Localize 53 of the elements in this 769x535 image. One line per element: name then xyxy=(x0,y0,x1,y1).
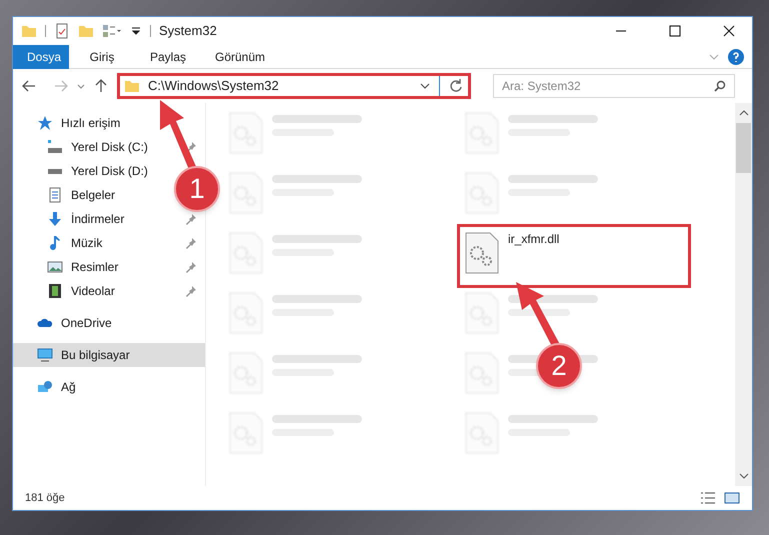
scrollbar[interactable] xyxy=(735,103,752,486)
monitor-icon xyxy=(37,347,53,363)
ribbon-tab[interactable]: Görünüm xyxy=(201,44,267,68)
search-input[interactable]: Ara: System32 xyxy=(502,77,714,95)
sidebar-item[interactable]: OneDrive xyxy=(37,311,112,335)
maximize-icon xyxy=(669,25,681,37)
details-view-icon[interactable] xyxy=(700,490,716,506)
customize-caret-icon[interactable] xyxy=(130,25,142,37)
music-note-icon xyxy=(47,235,63,251)
back-arrow-icon[interactable] xyxy=(21,78,37,94)
folder-icon xyxy=(124,78,140,94)
folder-icon xyxy=(21,23,37,39)
sidebar-item[interactable]: Belgeler xyxy=(47,183,116,207)
sidebar-item[interactable]: Videolar xyxy=(47,279,115,303)
document-icon xyxy=(47,187,63,203)
sidebar-item[interactable]: Yerel Disk (C:) xyxy=(47,135,148,159)
sidebar-item[interactable]: Müzik xyxy=(47,231,102,255)
properties-icon[interactable] xyxy=(54,23,70,39)
refresh-icon[interactable] xyxy=(448,78,464,94)
window-title: System32 xyxy=(159,22,217,40)
help-icon[interactable] xyxy=(728,48,744,64)
file-name[interactable]: ir_xfmr.dll xyxy=(508,231,560,247)
address-path: C:\Windows\System32 xyxy=(148,77,280,96)
network-icon xyxy=(37,379,53,395)
sidebar-item[interactable]: Hızlı erişim xyxy=(37,111,120,135)
file-gear-icon xyxy=(464,231,500,275)
sidebar-item[interactable]: Bu bilgisayar xyxy=(13,343,205,367)
item-count: 181 öğe xyxy=(25,490,66,506)
pin-icon[interactable] xyxy=(185,213,197,225)
sidebar-item[interactable]: İndirmeler xyxy=(47,207,124,231)
search-field[interactable]: Ara: System32 xyxy=(493,74,735,98)
sidebar-item[interactable]: Ağ xyxy=(37,375,76,399)
ribbon-tab[interactable]: Giriş xyxy=(69,44,135,68)
sidebar-item[interactable]: Yerel Disk (D:) xyxy=(47,159,148,183)
address-bar[interactable]: C:\Windows\System32 xyxy=(117,73,471,99)
view-dropdown-icon[interactable] xyxy=(102,23,122,39)
pin-icon[interactable] xyxy=(185,237,197,249)
sidebar-item[interactable]: Resimler xyxy=(47,255,118,279)
film-icon xyxy=(47,283,63,299)
tiles-view-icon[interactable] xyxy=(724,490,740,506)
pin-icon[interactable] xyxy=(185,261,197,273)
download-icon xyxy=(47,211,63,227)
drive-icon xyxy=(47,139,63,155)
close-icon xyxy=(723,25,735,37)
ribbon-tab[interactable]: Paylaş xyxy=(135,44,201,68)
ribbon-tab[interactable]: Dosya xyxy=(13,44,69,68)
pin-icon[interactable] xyxy=(185,285,197,297)
image-icon xyxy=(47,259,63,275)
star-icon xyxy=(37,115,53,131)
drive-icon xyxy=(47,168,63,174)
search-icon xyxy=(714,80,726,92)
scroll-thumb[interactable] xyxy=(736,123,751,173)
up-arrow-icon[interactable] xyxy=(93,78,109,94)
